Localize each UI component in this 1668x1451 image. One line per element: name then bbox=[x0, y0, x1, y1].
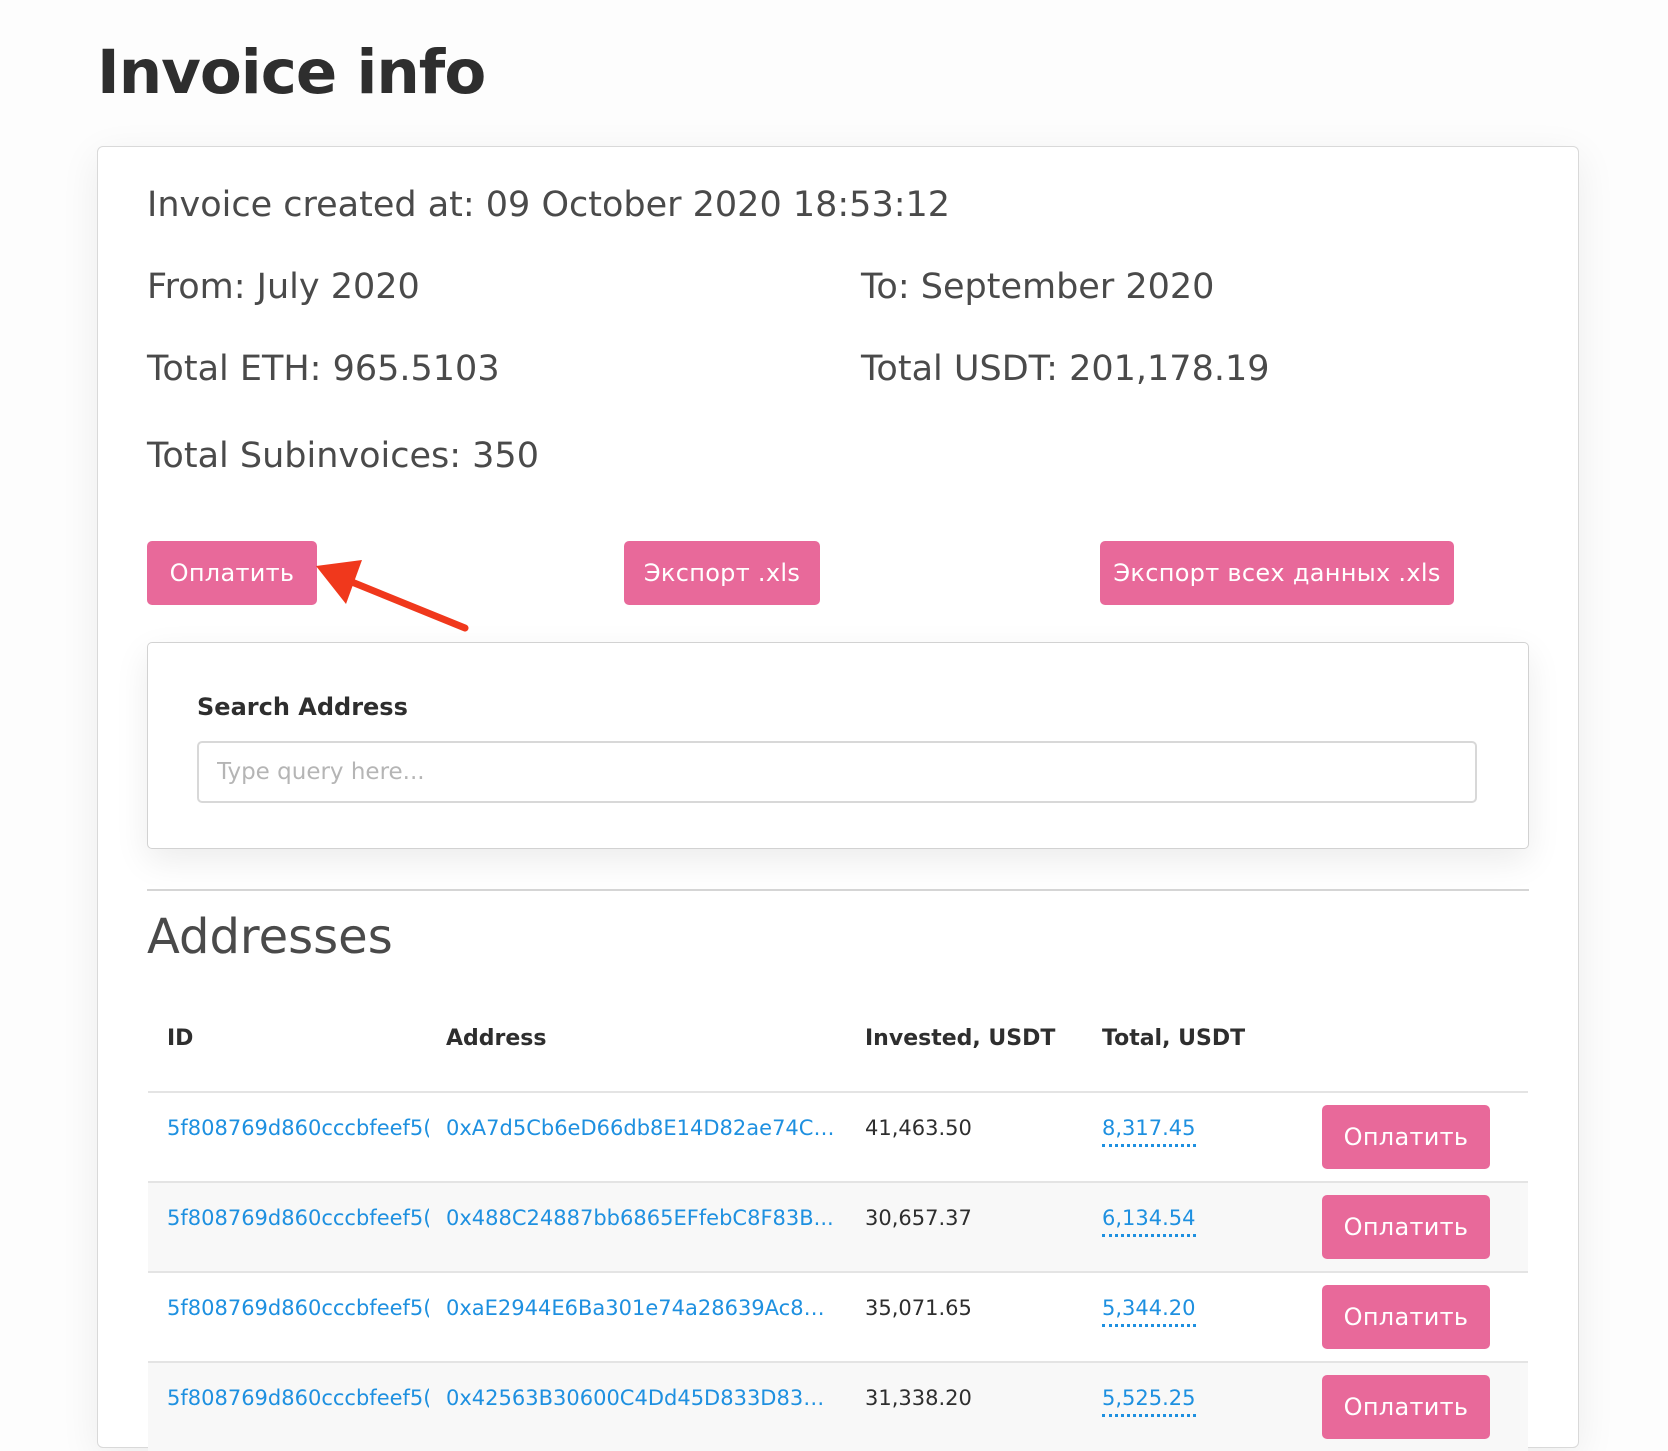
row-address-link[interactable]: 0xaE2944E6Ba301e74a28639Ac8d... bbox=[446, 1293, 836, 1323]
row-pay-button[interactable]: Оплатить bbox=[1322, 1375, 1490, 1439]
row-total-link[interactable]: 8,317.45 bbox=[1102, 1113, 1196, 1147]
row-total-link[interactable]: 5,344.20 bbox=[1102, 1293, 1196, 1327]
invoice-total-usdt: Total USDT: 201,178.19 bbox=[861, 349, 1270, 389]
row-total-link[interactable]: 5,525.25 bbox=[1102, 1383, 1196, 1417]
export-xls-button[interactable]: Экспорт .xls bbox=[624, 541, 820, 605]
addresses-title: Addresses bbox=[147, 909, 393, 965]
table-row: 5f808769d860cccbfeef5( 0xA7d5Cb6eD66db8E… bbox=[148, 1091, 1528, 1181]
invoice-from: From: July 2020 bbox=[147, 267, 420, 307]
invoice-card: Invoice created at: 09 October 2020 18:5… bbox=[97, 146, 1579, 1451]
section-divider bbox=[147, 889, 1529, 891]
row-address-link[interactable]: 0xA7d5Cb6eD66db8E14D82ae74C7... bbox=[446, 1113, 836, 1143]
row-total-link[interactable]: 6,134.54 bbox=[1102, 1203, 1196, 1237]
search-label: Search Address bbox=[197, 693, 408, 721]
pay-button[interactable]: Оплатить bbox=[147, 541, 317, 605]
row-id-link[interactable]: 5f808769d860cccbfeef5( bbox=[167, 1203, 429, 1233]
invoice-total-subinvoices: Total Subinvoices: 350 bbox=[147, 436, 539, 476]
row-id-link[interactable]: 5f808769d860cccbfeef5( bbox=[167, 1113, 429, 1143]
row-id-link[interactable]: 5f808769d860cccbfeef5( bbox=[167, 1383, 429, 1413]
search-input[interactable] bbox=[197, 741, 1477, 803]
red-arrow-annotation-icon bbox=[316, 560, 469, 632]
row-invested-value: 30,657.37 bbox=[865, 1206, 972, 1230]
export-all-xls-button[interactable]: Экспорт всех данных .xls bbox=[1100, 541, 1454, 605]
page-title: Invoice info bbox=[97, 37, 486, 108]
row-id-link[interactable]: 5f808769d860cccbfeef5( bbox=[167, 1293, 429, 1323]
row-pay-button[interactable]: Оплатить bbox=[1322, 1285, 1490, 1349]
row-invested-value: 31,338.20 bbox=[865, 1386, 972, 1410]
arrow-shaft bbox=[338, 574, 469, 632]
row-pay-button[interactable]: Оплатить bbox=[1322, 1195, 1490, 1259]
row-pay-button[interactable]: Оплатить bbox=[1322, 1105, 1490, 1169]
row-invested-value: 35,071.65 bbox=[865, 1296, 972, 1320]
row-invested-value: 41,463.50 bbox=[865, 1116, 972, 1140]
table-row: 5f808769d860cccbfeef5( 0x488C24887bb6865… bbox=[148, 1181, 1528, 1271]
column-header-invested: Invested, USDT bbox=[865, 1026, 1056, 1051]
invoice-total-eth: Total ETH: 965.5103 bbox=[147, 349, 500, 389]
row-address-link[interactable]: 0x488C24887bb6865EFfebC8F83B... bbox=[446, 1203, 836, 1233]
table-row: 5f808769d860cccbfeef5( 0xaE2944E6Ba301e7… bbox=[148, 1271, 1528, 1361]
row-address-link[interactable]: 0x42563B30600C4Dd45D833D837... bbox=[446, 1383, 836, 1413]
column-header-total: Total, USDT bbox=[1102, 1026, 1246, 1051]
invoice-created-at: Invoice created at: 09 October 2020 18:5… bbox=[147, 185, 951, 225]
table-row: 5f808769d860cccbfeef5( 0x42563B30600C4Dd… bbox=[148, 1361, 1528, 1451]
column-header-id: ID bbox=[167, 1026, 194, 1051]
invoice-to: To: September 2020 bbox=[861, 267, 1215, 307]
search-panel: Search Address bbox=[147, 642, 1529, 849]
column-header-address: Address bbox=[446, 1026, 547, 1051]
